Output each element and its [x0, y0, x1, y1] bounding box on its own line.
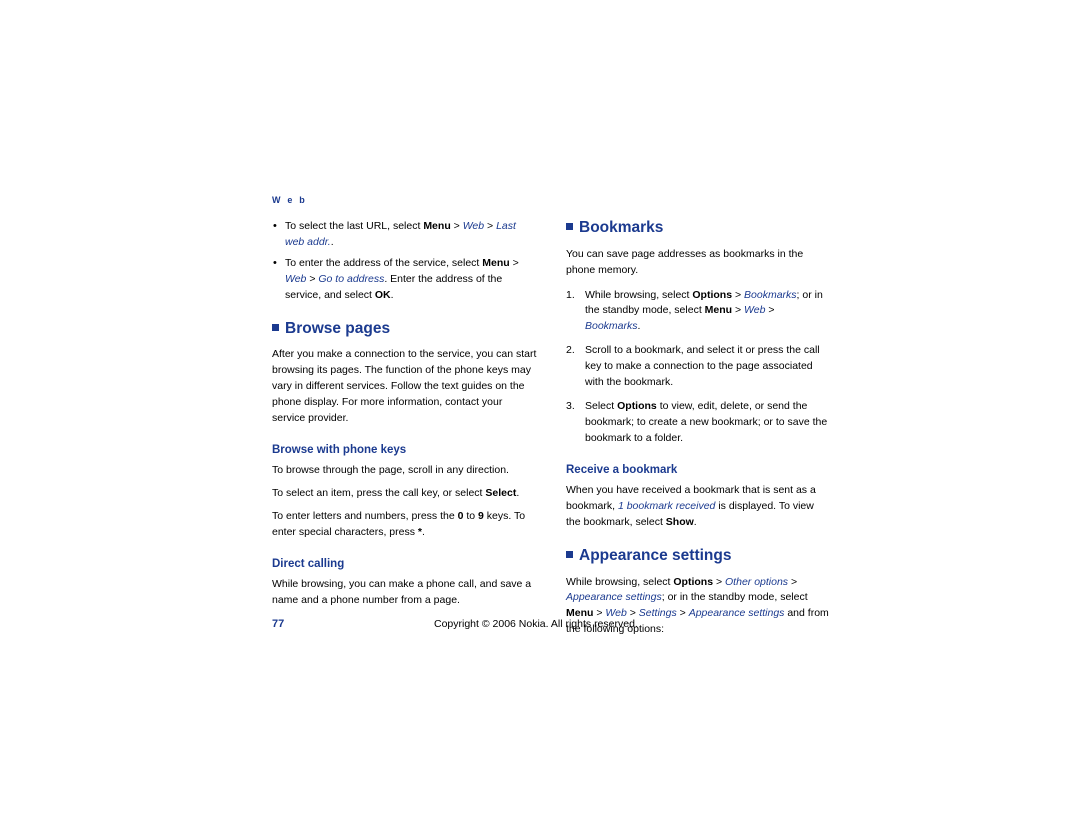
subheading-receive-a-bookmark: Receive a bookmark — [566, 464, 678, 477]
list-item: To select the last URL, select Menu > We… — [272, 218, 537, 251]
direct-calling-body: While browsing, you can make a phone cal… — [272, 577, 532, 606]
bookmarks-intro: You can save page addresses as bookmarks… — [566, 247, 804, 276]
subheading-direct-calling: Direct calling — [272, 557, 345, 570]
browse-keys-p1: To browse through the page, scroll in an… — [272, 464, 509, 477]
bookmarks-steps-list: While browsing, select Options > Bookmar… — [566, 288, 831, 448]
subheading-browse-with-phone-keys: Browse with phone keys — [272, 444, 407, 457]
browse-keys-p3: To enter letters and numbers, press the … — [272, 510, 526, 538]
right-column: Bookmarks You can save page addresses as… — [566, 219, 831, 647]
intro-bullet-list: To select the last URL, select Menu > We… — [272, 218, 537, 304]
square-bullet-icon — [566, 223, 573, 230]
list-item: While browsing, select Options > Bookmar… — [566, 288, 823, 333]
list-item: To enter the address of the service, sel… — [272, 255, 537, 304]
left-column: To select the last URL, select Menu > We… — [272, 218, 537, 618]
section-heading-appearance-settings: Appearance settings — [566, 547, 831, 566]
page-number: 77 — [272, 618, 285, 630]
document-page: W e b To select the last URL, select Men… — [0, 0, 1080, 834]
running-head: W e b — [272, 195, 307, 205]
receive-bookmark-body: When you have received a bookmark that i… — [566, 484, 816, 528]
section-heading-bookmarks: Bookmarks — [566, 219, 831, 238]
two-column-layout: To select the last URL, select Menu > We… — [272, 218, 832, 647]
list-item: Select Options to view, edit, delete, or… — [566, 399, 828, 445]
copyright-notice: Copyright © 2006 Nokia. All rights reser… — [434, 618, 638, 630]
browse-keys-p2: To select an item, press the call key, o… — [272, 487, 520, 500]
browse-pages-body: After you make a connection to the servi… — [272, 348, 537, 425]
section-heading-browse-pages: Browse pages — [272, 320, 537, 339]
page-content: W e b To select the last URL, select Men… — [272, 195, 832, 647]
square-bullet-icon — [272, 323, 279, 331]
square-bullet-icon — [566, 550, 573, 558]
list-item: Scroll to a bookmark, and select it or p… — [566, 343, 820, 389]
